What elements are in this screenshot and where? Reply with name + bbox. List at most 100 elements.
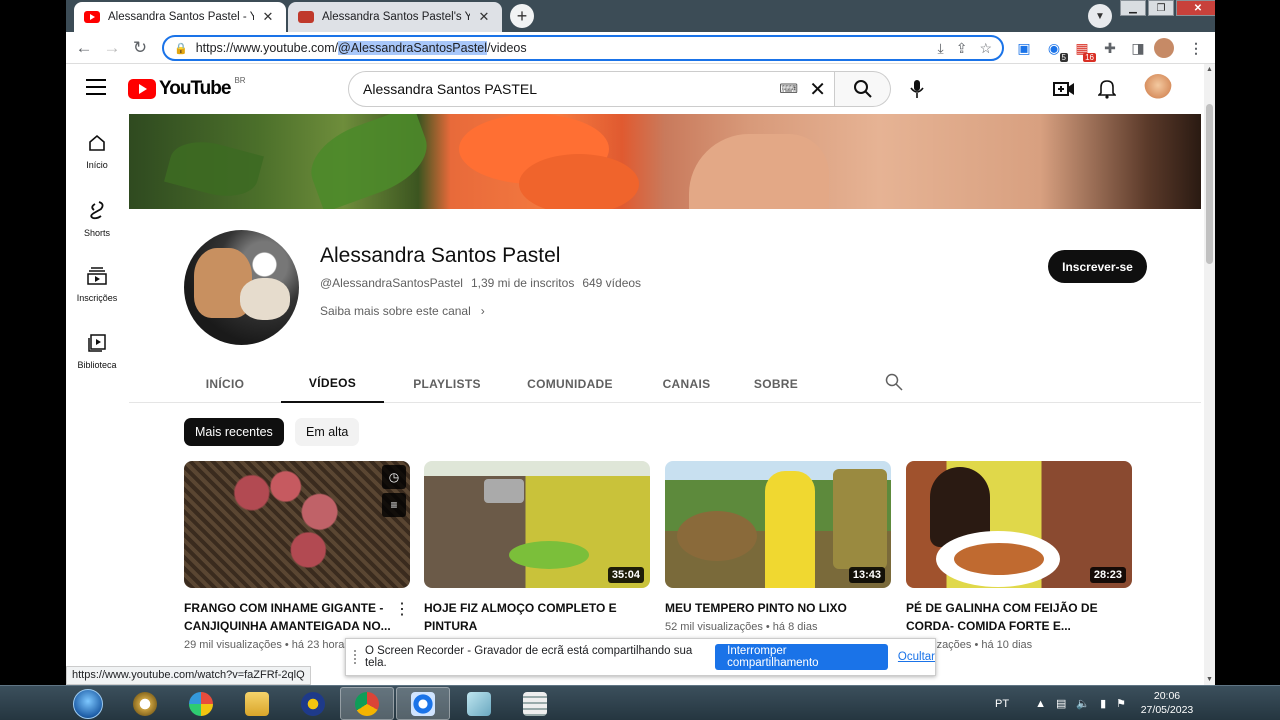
share-icon[interactable]: ⇪ [956,40,968,57]
search-input[interactable]: Alessandra Santos PASTEL ⌨ ✕ [348,71,835,107]
reload-icon[interactable]: ↻ [130,38,150,58]
tab-sobre[interactable]: SOBRE [741,364,811,403]
video-thumbnail[interactable]: 28:23 [906,461,1132,588]
home-icon [89,134,105,151]
taskbar-app-notes[interactable] [452,687,506,720]
channel-name: Alessandra Santos Pastel [320,244,561,267]
video-title[interactable]: FRANGO COM INHAME GIGANTE - CANJIQUINHA … [184,599,394,635]
extension-a-icon[interactable]: ◉ 5 [1044,38,1068,62]
extensions-puzzle-icon[interactable]: ✚ [1100,38,1120,58]
extension-b-icon[interactable]: ▦ 16 [1072,38,1096,62]
taskbar-clock[interactable]: 20:06 27/05/2023 [1138,689,1196,717]
taskbar-app-clock[interactable] [118,687,172,720]
youtube-logo[interactable]: YouTube BR [128,76,246,100]
video-title[interactable]: PÉ DE GALINHA COM FEIJÃO DE CORDA- COMID… [906,599,1116,635]
chip-popular[interactable]: Em alta [295,418,360,446]
search-button[interactable] [835,71,891,107]
forward-arrow-icon[interactable]: → [102,38,122,58]
sidebar-item-subscriptions[interactable]: Inscrições [66,267,128,303]
close-tab-icon[interactable]: ✕ [260,9,276,25]
keyboard-icon[interactable]: ⌨ [779,81,798,97]
taskbar-app-recorder[interactable] [174,687,228,720]
channel-search-icon[interactable] [885,373,903,391]
drag-handle-icon[interactable] [354,650,357,664]
screen-recorder-ext-icon[interactable]: ▣ [1014,38,1034,58]
tab-canais[interactable]: CANAIS [649,364,724,403]
tab-youtube-channel[interactable]: Alessandra Santos Pastel - YouTube ✕ [74,2,286,32]
scroll-down-icon[interactable]: ▼ [1204,676,1215,683]
video-age: há 8 dias [772,621,818,633]
install-icon[interactable]: ⤓ [938,40,944,57]
network-icon[interactable]: ▤ [1056,697,1066,710]
stop-sharing-button[interactable]: Interromper compartilhamento [715,644,888,670]
tab-videos[interactable]: VÍDEOS [281,364,384,403]
new-tab-button[interactable]: + [510,4,534,28]
notifications-bell-icon[interactable] [1095,77,1119,101]
taskbar-app-camera[interactable] [396,687,450,720]
tab-social-blade[interactable]: Alessandra Santos Pastel's YouTube ✕ [288,2,502,32]
signal-icon[interactable]: ▮ [1100,697,1106,710]
speaker-icon[interactable]: 🔈 [1076,697,1090,710]
clear-search-icon[interactable]: ✕ [809,77,826,102]
video-card[interactable]: 13:43 MEU TEMPERO PINTO NO LIXO 52 mil v… [665,461,891,633]
microphone-icon[interactable] [904,76,930,102]
tab-search-dropdown-icon[interactable]: ▼ [1088,4,1112,28]
start-button[interactable] [68,687,108,720]
flag-icon[interactable]: ⚑ [1116,697,1126,710]
video-title[interactable]: HOJE FIZ ALMOÇO COMPLETO E PINTURA [424,599,634,635]
taskbar-app-media[interactable] [286,687,340,720]
taskbar-app-explorer[interactable] [230,687,284,720]
side-panel-icon[interactable]: ◨ [1128,38,1148,58]
folder-icon [245,691,269,716]
scroll-up-icon[interactable]: ▲ [1204,66,1215,73]
video-title[interactable]: MEU TEMPERO PINTO NO LIXO [665,599,875,617]
more-actions-icon[interactable]: ⋮ [394,599,410,619]
profile-avatar-icon[interactable] [1154,38,1174,58]
create-video-icon[interactable] [1052,77,1076,101]
tray-expand-icon[interactable]: ▲ [1035,698,1046,710]
link-status-bar: https://www.youtube.com/watch?v=faZFRf-2… [66,666,311,685]
taskbar-app-chrome[interactable] [340,687,394,720]
menu-icon[interactable] [86,79,106,95]
sidebar-item-library[interactable]: Biblioteca [66,334,128,370]
add-to-queue-icon[interactable]: ≡ [382,493,406,517]
account-avatar[interactable] [1144,74,1172,102]
video-duration: 13:43 [848,567,885,583]
watch-later-icon[interactable]: ◷ [382,465,406,489]
video-card[interactable]: 35:04 HOJE FIZ ALMOÇO COMPLETO E PINTURA [424,461,650,635]
taskbar-app-calculator[interactable] [508,687,562,720]
restore-icon[interactable]: ❐ [1148,0,1174,16]
thumb-jar [833,469,887,569]
language-indicator[interactable]: PT [995,698,1009,710]
omnibox-icons: ⤓ ⇪ ☆ [938,40,993,57]
video-thumbnail[interactable]: 13:43 [665,461,891,588]
chrome-menu-icon[interactable]: ⋮ [1186,38,1206,58]
hide-link[interactable]: Ocultar [898,651,935,663]
tab-title: Alessandra Santos Pastel's YouTube [322,11,470,23]
tab-inicio[interactable]: INÍCIO [185,364,265,403]
video-thumbnail[interactable]: ◷ ≡ [184,461,410,588]
thumb-food [954,543,1044,575]
back-arrow-icon[interactable]: ← [74,38,94,58]
scrollbar-thumb[interactable] [1206,104,1213,264]
video-thumbnail[interactable]: 35:04 [424,461,650,588]
avatar-cat [240,278,290,320]
video-age: há 10 dias [981,639,1033,651]
sidebar-item-shorts[interactable]: Shorts [66,200,128,238]
window-close-icon[interactable]: ✕ [1176,0,1215,16]
page-scrollbar[interactable]: ▲ ▼ [1204,64,1215,685]
bookmark-star-icon[interactable]: ☆ [979,40,992,57]
tab-playlists[interactable]: PLAYLISTS [401,364,493,403]
minimize-icon[interactable]: ▁ [1120,0,1146,16]
sidebar-item-home[interactable]: Início [66,134,128,170]
tab-comunidade[interactable]: COMUNIDADE [509,364,631,403]
video-card[interactable]: ◷ ≡ FRANGO COM INHAME GIGANTE - CANJIQUI… [184,461,410,651]
search-value: Alessandra Santos PASTEL [363,81,538,97]
subscribe-button[interactable]: Inscrever-se [1048,250,1147,283]
address-bar[interactable]: 🔒 https://www.youtube.com/@AlessandraSan… [162,35,1004,61]
chip-most-recent[interactable]: Mais recentes [184,418,284,446]
channel-about-link[interactable]: Saiba mais sobre este canal › [320,304,485,318]
windows-taskbar: PT ▲ ▤ 🔈 ▮ ⚑ 20:06 27/05/2023 [0,685,1280,720]
video-card[interactable]: 28:23 PÉ DE GALINHA COM FEIJÃO DE CORDA-… [906,461,1132,651]
close-tab-icon[interactable]: ✕ [476,9,492,25]
